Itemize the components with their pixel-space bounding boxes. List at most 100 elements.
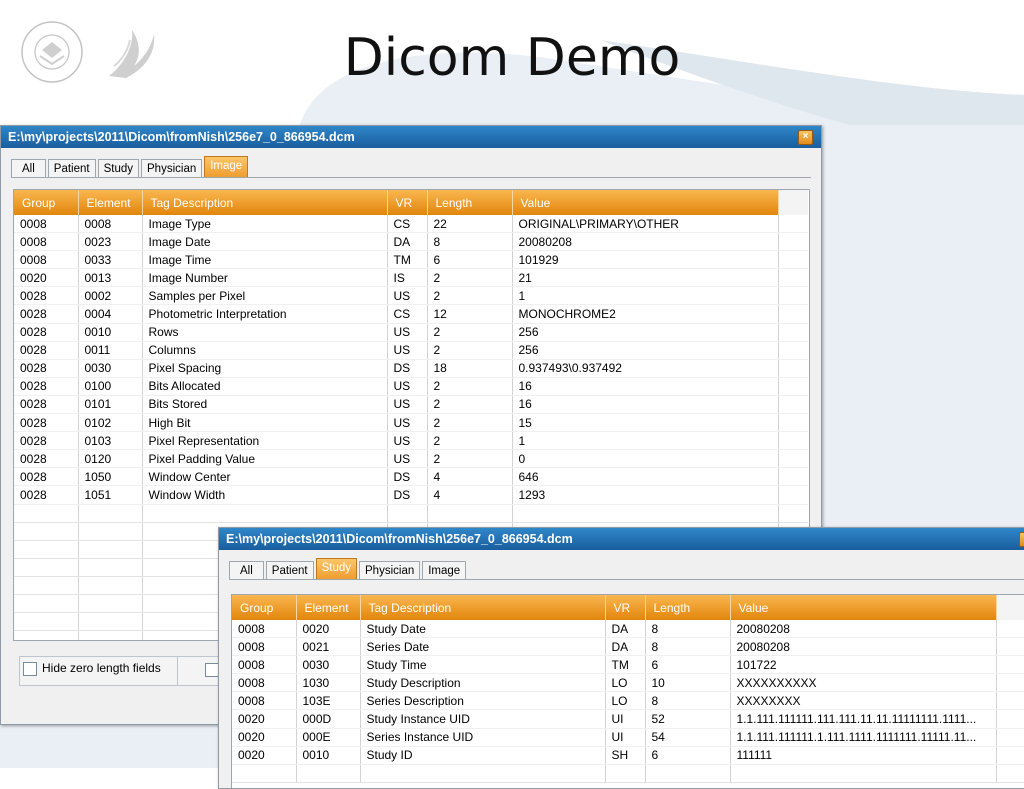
table-cell: US: [387, 431, 428, 451]
table-row[interactable]: 0028 0120 Pixel Padding Value US 2 0: [14, 449, 808, 469]
table-cell: 0028: [14, 395, 79, 415]
table-row[interactable]: 0020 0010 Study ID SH 6 111111: [232, 746, 1024, 765]
table-row[interactable]: 0028 1050 Window Center DS 4 646: [14, 467, 808, 487]
table-cell: 1030: [296, 673, 361, 693]
table-row[interactable]: 0028 1051 Window Width DS 4 1293: [14, 485, 808, 505]
column-header[interactable]: Tag Description: [360, 595, 606, 620]
table-cell: Study Description: [360, 673, 606, 693]
table-cell: IS: [387, 268, 428, 288]
table-cell: 0008: [232, 655, 297, 675]
table-cell: 0020: [14, 268, 79, 288]
table-cell: Series Date: [360, 637, 606, 657]
table-row[interactable]: 0028 0010 Rows US 2 256: [14, 323, 808, 342]
table-cell: SH: [605, 746, 646, 765]
table-cell: US: [387, 377, 428, 396]
tab-study[interactable]: Study: [315, 558, 358, 580]
table-cell: 0030: [296, 655, 361, 675]
table-cell: LO: [605, 673, 646, 693]
tab-image[interactable]: Image: [204, 156, 249, 178]
column-header[interactable]: Group: [14, 190, 79, 215]
table-cell: 54: [645, 728, 731, 747]
table-row[interactable]: 0008 0023 Image Date DA 8 20080208: [14, 232, 808, 252]
tab-patient[interactable]: Patient: [265, 561, 314, 580]
table-cell: 0: [512, 449, 779, 469]
column-header[interactable]: Length: [427, 190, 513, 215]
column-header[interactable]: Value: [730, 595, 997, 620]
window-title: E:\my\projects\2011\Dicom\fromNish\256e7…: [226, 532, 573, 546]
table-row[interactable]: 0008 0033 Image Time TM 6 101929: [14, 250, 808, 270]
column-header[interactable]: Value: [512, 190, 779, 215]
tab-all[interactable]: All: [11, 159, 46, 178]
tab-all[interactable]: All: [229, 561, 264, 580]
table-row[interactable]: 0028 0103 Pixel Representation US 2 1: [14, 431, 808, 451]
table-row[interactable]: 0028 0011 Columns US 2 256: [14, 341, 808, 360]
table-cell: 103E: [296, 691, 361, 711]
table-cell: US: [387, 341, 428, 360]
table-cell: US: [387, 395, 428, 415]
table-row[interactable]: 0008 0008 Image Type CS 22 ORIGINAL\PRIMARY\O…: [14, 215, 808, 234]
table-cell: Image Type: [142, 215, 388, 234]
column-header[interactable]: Group: [232, 595, 297, 620]
column-header[interactable]: Length: [645, 595, 731, 620]
column-header[interactable]: Element: [78, 190, 143, 215]
table-row[interactable]: 0028 0100 Bits Allocated US 2 16: [14, 377, 808, 396]
table-row[interactable]: 0020 000E Series Instance UID UI 54 1.1.111.1…: [232, 728, 1024, 747]
table-cell: 646: [512, 467, 779, 487]
table-cell: US: [387, 413, 428, 433]
table-cell: 18: [427, 359, 513, 378]
table-row[interactable]: 0028 0004 Photometric Interpretation CS 12 MO…: [14, 304, 808, 324]
table-cell: 0028: [14, 323, 79, 342]
tab-physician[interactable]: Physician: [141, 159, 203, 178]
hide-zero-length-option[interactable]: Hide zero length fields: [23, 661, 161, 676]
table-cell: 0120: [78, 449, 143, 469]
table-row[interactable]: 0008 1030 Study Description LO 10 XXXXXXXXXX: [232, 673, 1024, 693]
table-cell: 16: [512, 377, 779, 396]
table-cell: 12: [427, 304, 513, 324]
empty-row: [14, 504, 808, 523]
table-row[interactable]: 0008 0021 Series Date DA 8 20080208: [232, 637, 1024, 657]
table-cell: 0021: [296, 637, 361, 657]
table-cell: DA: [387, 232, 428, 252]
checkbox-icon[interactable]: [23, 661, 37, 676]
table-row[interactable]: 0020 000D Study Instance UID UI 52 1.1.111.11…: [232, 709, 1024, 729]
column-header[interactable]: VR: [387, 190, 428, 215]
table-row[interactable]: 0028 0030 Pixel Spacing DS 18 0.937493\0.9374…: [14, 359, 808, 378]
table-row[interactable]: 0008 103E Series Description LO 8 XXXXXXXX: [232, 691, 1024, 711]
tab-image[interactable]: Image: [422, 561, 467, 580]
table-row[interactable]: 0028 0102 High Bit US 2 15: [14, 413, 808, 433]
tab-study[interactable]: Study: [97, 159, 140, 178]
table-cell: Photometric Interpretation: [142, 304, 388, 324]
table-row[interactable]: 0028 0002 Samples per Pixel US 2 1: [14, 286, 808, 306]
tab-patient[interactable]: Patient: [47, 159, 96, 178]
slide-title: Dicom Demo: [343, 28, 681, 88]
column-header[interactable]: VR: [605, 595, 646, 620]
table-cell: 8: [645, 691, 731, 711]
table-cell: 0028: [14, 286, 79, 306]
tag-grid[interactable]: Group Element Tag Description VR Length Value…: [231, 594, 1024, 788]
close-icon[interactable]: ×: [798, 130, 813, 145]
window-titlebar[interactable]: E:\my\projects\2011\Dicom\fromNish\256e7…: [219, 528, 1024, 550]
table-cell: 1.1.111.111111.111.111.11.11.11111111.11…: [730, 709, 997, 729]
dicom-window-study[interactable]: E:\my\projects\2011\Dicom\fromNish\256e7…: [218, 527, 1024, 789]
table-cell: 0103: [78, 431, 143, 451]
tab-physician[interactable]: Physician: [359, 561, 421, 580]
table-cell: 0028: [14, 341, 79, 360]
table-cell: 0028: [14, 304, 79, 324]
table-row[interactable]: 0028 0101 Bits Stored US 2 16: [14, 395, 808, 415]
table-cell: Study Date: [360, 620, 606, 639]
window-titlebar[interactable]: E:\my\projects\2011\Dicom\fromNish\256e7…: [1, 126, 821, 148]
table-cell: 0.937493\0.937492: [512, 359, 779, 378]
table-cell: DS: [387, 485, 428, 505]
table-cell: 2: [427, 431, 513, 451]
column-header[interactable]: Element: [296, 595, 361, 620]
table-cell: 0004: [78, 304, 143, 324]
table-cell: 16: [512, 395, 779, 415]
column-header[interactable]: Tag Description: [142, 190, 388, 215]
table-row[interactable]: 0008 0020 Study Date DA 8 20080208: [232, 620, 1024, 639]
table-row[interactable]: 0008 0030 Study Time TM 6 101722: [232, 655, 1024, 675]
table-cell: 0020: [232, 746, 297, 765]
checkbox-icon[interactable]: [205, 663, 219, 677]
close-icon[interactable]: ×: [1019, 532, 1024, 547]
table-row[interactable]: 0020 0013 Image Number IS 2 21: [14, 268, 808, 288]
table-cell: MONOCHROME2: [512, 304, 779, 324]
